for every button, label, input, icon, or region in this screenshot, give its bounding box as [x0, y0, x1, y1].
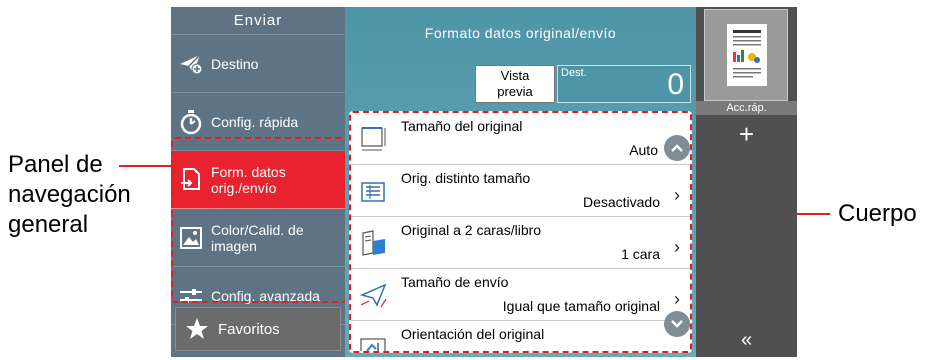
list-item-original-2-caras[interactable]: Original a 2 caras/libro 1 cara › [351, 217, 690, 269]
sidebar-item-label: Destino [211, 55, 259, 72]
list-item-value: 1 cara [621, 246, 660, 262]
list-item-value: Igual que tamaño original [502, 298, 660, 314]
scroll-up-button[interactable] [664, 135, 690, 161]
sidebar-item-label: Color/Calid. de imagen [211, 221, 304, 254]
sidebar-item-config-rapida[interactable]: Config. rápida [171, 93, 345, 151]
device-screen: Enviar Destino Config. rápida Form. dato… [171, 7, 797, 357]
list-item-orig-distinto-tamano[interactable]: Orig. distinto tamaño Desactivado › [351, 165, 690, 217]
document-thumbnail[interactable] [704, 9, 788, 101]
favorites-label: Favoritos [218, 320, 280, 338]
list-item-label: Tamaño de envío [401, 274, 509, 290]
mixed-size-icon [359, 177, 389, 205]
right-panel: Acc.ráp. + « [696, 7, 797, 357]
paper-plane-add-icon [171, 53, 211, 75]
scroll-down-button[interactable] [664, 311, 690, 337]
list-item-label: Original a 2 caras/libro [401, 222, 542, 238]
sidebar-item-label: Config. rápida [211, 113, 299, 130]
destination-count: 0 [667, 68, 684, 101]
favorites-button[interactable]: Favoritos [175, 307, 341, 351]
add-shortcut-button[interactable]: + [696, 119, 797, 150]
original-size-icon [359, 125, 389, 153]
list-item-tamano-original[interactable]: Tamaño del original Auto [351, 113, 690, 165]
chevron-down-icon [671, 320, 683, 328]
sidebar-item-color-calid[interactable]: Color/Calid. de imagen [171, 209, 345, 267]
star-icon [176, 317, 218, 341]
chevron-right-icon: › [674, 347, 680, 351]
send-size-icon [359, 281, 389, 309]
general-navigation-panel-callout: Panel de navegación general [8, 151, 131, 238]
body-callout: Cuerpo [838, 200, 917, 227]
list-item-label: Tamaño del original [401, 118, 523, 134]
page-preview-icon [733, 30, 761, 78]
destination-label: Dest. [561, 67, 587, 79]
document-format-icon [171, 167, 211, 193]
sidebar-item-label: Form. datos orig./envío [211, 163, 286, 196]
duplex-book-icon [359, 229, 389, 257]
list-item-tamano-envio[interactable]: Tamaño de envío Igual que tamaño origina… [351, 269, 690, 321]
chevron-right-icon: › [674, 289, 680, 309]
sidebar-item-label: Config. avanzada [211, 287, 320, 304]
chevron-up-icon [671, 144, 683, 152]
settings-list: Tamaño del original Auto Orig. distinto … [349, 111, 692, 353]
list-item-label: Orig. distinto tamaño [401, 170, 531, 186]
shortcut-label: Acc.ráp. [696, 101, 797, 115]
navigation-sidebar: Enviar Destino Config. rápida Form. dato… [171, 7, 347, 357]
collapse-panel-button[interactable]: « [696, 329, 797, 352]
sidebar-title: Enviar [171, 7, 345, 35]
sliders-icon [171, 285, 211, 307]
preview-button-line1: Vista [500, 68, 530, 83]
preview-button-line2: previa [497, 84, 533, 99]
page-title: Formato datos original/envío [424, 25, 617, 41]
list-item-value: Desactivado [582, 194, 660, 210]
thumbnail-page [727, 24, 767, 86]
orientation-icon [359, 333, 389, 351]
sidebar-item-destino[interactable]: Destino [171, 35, 345, 93]
chevron-right-icon: › [674, 237, 680, 257]
list-item-label: Orientación del original [401, 326, 545, 342]
sidebar-item-form-datos[interactable]: Form. datos orig./envío [171, 151, 345, 209]
list-item-orientacion-original[interactable]: Orientación del original › [351, 321, 690, 351]
navigation-callout-line [119, 165, 171, 167]
stopwatch-icon [171, 109, 211, 135]
preview-button[interactable]: Vista previa [475, 65, 555, 103]
main-body: Formato datos original/envío Vista previ… [345, 7, 696, 357]
list-item-value: Auto [629, 142, 658, 158]
image-quality-icon [171, 226, 211, 250]
destination-counter[interactable]: Dest. 0 [557, 65, 691, 103]
chevron-right-icon: › [674, 185, 680, 205]
